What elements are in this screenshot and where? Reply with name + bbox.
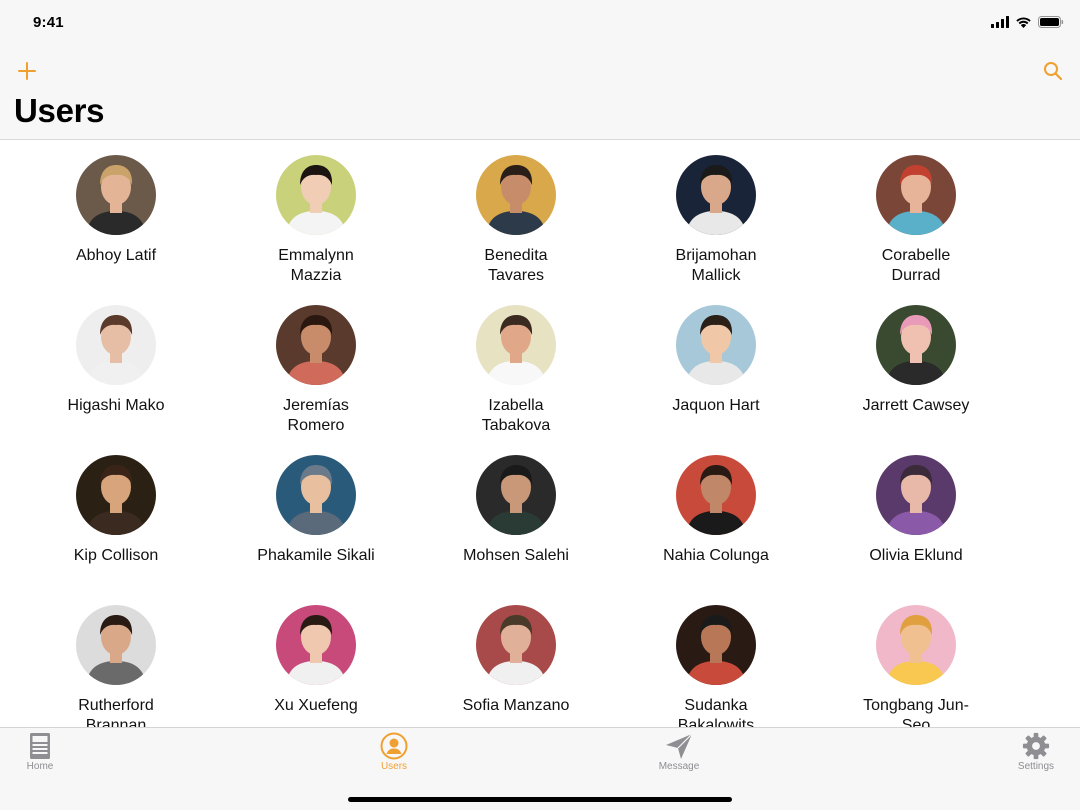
home-icon [30,733,50,759]
tab-settings[interactable]: Settings [1001,732,1071,772]
user-avatar [676,455,756,535]
user-name: Sudanka Bakalowits [677,697,755,727]
status-icons [991,15,1064,33]
tab-label: Message [658,761,700,772]
user-cell[interactable]: Corabelle Durrad [816,155,1016,305]
navigation-bar: Users [0,46,1080,140]
user-name: Sofia Manzano [462,697,570,714]
user-avatar [76,155,156,235]
user-cell[interactable]: Abhoy Latif [16,155,216,305]
user-name: Phakamile Sikali [257,547,375,564]
user-name: Benedita Tavares [484,247,548,284]
page-title: Users [14,92,105,129]
tab-users[interactable]: Users [359,732,429,772]
user-avatar [876,455,956,535]
status-bar: 9:41 [0,0,1080,46]
user-cell[interactable]: Izabella Tabakova [416,305,616,455]
user-avatar [276,305,356,385]
user-avatar [476,305,556,385]
user-cell[interactable]: Sudanka Bakalowits [616,605,816,727]
user-name: Tongbang Jun-Seo [863,697,969,727]
tab-home[interactable]: Home [5,732,75,772]
user-cell[interactable]: Kip Collison [16,455,216,605]
wifi-icon [1015,15,1032,33]
user-cell[interactable]: Brijamohan Mallick [616,155,816,305]
search-icon [1044,62,1063,81]
user-name: Kip Collison [73,547,159,564]
user-cell[interactable]: Olivia Eklund [816,455,1016,605]
user-name: Emmalynn Mazzia [278,247,354,284]
user-name: Higashi Mako [67,397,165,414]
tab-label: Users [380,761,408,772]
user-name: Jeremías Romero [283,397,349,434]
user-cell[interactable]: Higashi Mako [16,305,216,455]
user-cell[interactable]: Mohsen Salehi [416,455,616,605]
user-avatar [476,455,556,535]
user-name: Mohsen Salehi [463,547,569,564]
tab-label: Settings [1017,761,1055,772]
user-cell[interactable]: Tongbang Jun-Seo [816,605,1016,727]
user-avatar [276,605,356,685]
user-cell[interactable]: Benedita Tavares [416,155,616,305]
tab-label: Home [26,761,54,772]
user-name: Abhoy Latif [75,247,157,264]
user-avatar [76,455,156,535]
user-cell[interactable]: Jeremías Romero [216,305,416,455]
user-avatar [676,605,756,685]
user-avatar [676,155,756,235]
gear-icon [1022,732,1050,760]
users-grid: Abhoy Latif Emmalynn Mazzia Benedita Tavar… [16,155,1016,727]
user-cell[interactable]: Jarrett Cawsey [816,305,1016,455]
user-cell[interactable]: Sofia Manzano [416,605,616,727]
cellular-signal-icon [991,15,1009,33]
user-name: Corabelle Durrad [881,247,951,284]
user-avatar [76,605,156,685]
user-avatar [676,305,756,385]
paper-plane-icon [666,733,693,759]
user-cell[interactable]: Phakamile Sikali [216,455,416,605]
user-name: Izabella Tabakova [481,397,551,434]
user-cell[interactable]: Rutherford Brannan [16,605,216,727]
search-button[interactable] [1040,58,1066,84]
user-cell[interactable]: Emmalynn Mazzia [216,155,416,305]
user-avatar [76,305,156,385]
add-user-button[interactable] [14,58,40,84]
user-name: Brijamohan Mallick [675,247,757,284]
user-name: Jarrett Cawsey [862,397,970,414]
user-avatar [276,455,356,535]
user-avatar [876,155,956,235]
user-icon [380,732,408,760]
user-avatar [876,305,956,385]
user-cell[interactable]: Jaquon Hart [616,305,816,455]
user-name: Xu Xuefeng [274,697,358,714]
tab-message[interactable]: Message [644,732,714,772]
plus-icon [18,62,36,80]
user-avatar [276,155,356,235]
user-name: Olivia Eklund [869,547,963,564]
battery-icon [1038,15,1064,33]
home-indicator [348,797,732,802]
user-name: Nahia Colunga [663,547,769,564]
user-cell[interactable]: Nahia Colunga [616,455,816,605]
user-avatar [876,605,956,685]
status-time: 9:41 [33,14,64,31]
users-grid-scroll-area[interactable]: Abhoy Latif Emmalynn Mazzia Benedita Tavar… [0,141,1080,727]
user-name: Rutherford Brannan [78,697,154,727]
user-avatar [476,605,556,685]
user-name: Jaquon Hart [672,397,760,414]
user-cell[interactable]: Xu Xuefeng [216,605,416,727]
user-avatar [476,155,556,235]
